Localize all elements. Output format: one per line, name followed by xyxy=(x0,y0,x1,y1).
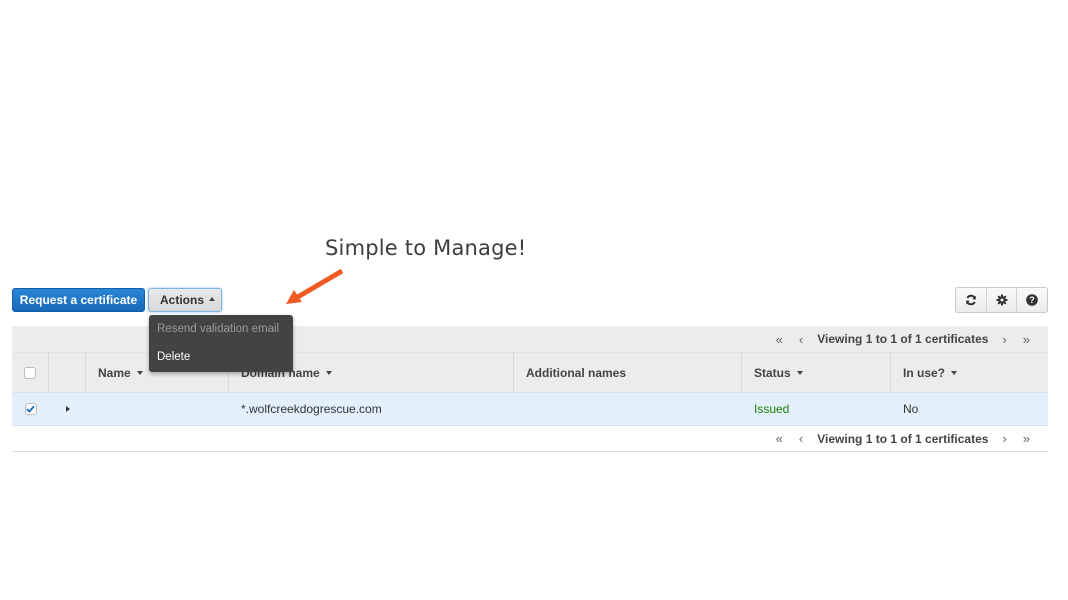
svg-text:?: ? xyxy=(1029,295,1035,305)
refresh-button[interactable] xyxy=(956,288,987,312)
cell-in-use: No xyxy=(903,402,919,416)
sort-caret-icon xyxy=(136,370,143,375)
column-additional-label: Additional names xyxy=(526,365,627,380)
cell-domain: *.wolfcreekdogrescue.com xyxy=(241,402,382,416)
sort-caret-icon xyxy=(325,370,332,375)
cell-additional-names xyxy=(514,393,742,425)
column-name-label: Name xyxy=(98,365,131,380)
row-checkbox[interactable] xyxy=(24,403,37,415)
pager-bottom: « ‹ Viewing 1 to 1 of 1 certificates › » xyxy=(12,426,1048,452)
expand-row-icon[interactable] xyxy=(65,406,70,412)
header-select-all xyxy=(12,353,49,392)
next-page-button[interactable]: › xyxy=(1002,332,1006,347)
settings-button[interactable] xyxy=(987,288,1018,312)
pager-status-text: Viewing 1 to 1 of 1 certificates xyxy=(817,332,989,346)
menu-item-delete[interactable]: Delete xyxy=(149,349,293,371)
gear-icon xyxy=(996,294,1007,306)
last-page-button[interactable]: » xyxy=(1023,431,1030,446)
annotation-arrow-icon xyxy=(286,268,344,304)
column-header-additional-names: Additional names xyxy=(514,353,742,392)
sort-caret-icon xyxy=(951,370,958,375)
first-page-button[interactable]: « xyxy=(776,332,783,347)
menu-item-resend-validation-email: Resend validation email xyxy=(157,323,280,335)
toolbar-icon-group: ? xyxy=(955,287,1048,313)
annotation-title: Simple to Manage! xyxy=(325,236,527,260)
last-page-button[interactable]: » xyxy=(1023,332,1030,347)
checkmark-icon xyxy=(26,405,35,413)
first-page-button[interactable]: « xyxy=(776,431,783,446)
help-icon: ? xyxy=(1026,294,1038,306)
pager-status-text: Viewing 1 to 1 of 1 certificates xyxy=(817,431,989,446)
actions-dropdown-button[interactable]: Actions xyxy=(148,288,222,312)
header-expand xyxy=(49,353,86,392)
prev-page-button[interactable]: ‹ xyxy=(799,431,803,446)
sort-caret-icon xyxy=(796,370,803,375)
column-status-label: Status xyxy=(754,365,791,380)
prev-page-button[interactable]: ‹ xyxy=(799,332,803,347)
row-select xyxy=(12,393,49,425)
row-expand xyxy=(49,393,86,425)
table-row[interactable]: *.wolfcreekdogrescue.com Issued No xyxy=(12,392,1048,426)
help-button[interactable]: ? xyxy=(1017,288,1047,312)
cell-name xyxy=(86,393,229,425)
cell-status: Issued xyxy=(754,402,790,416)
caret-up-icon xyxy=(209,297,216,301)
select-all-checkbox[interactable] xyxy=(24,366,36,379)
actions-label: Actions xyxy=(160,293,205,307)
column-header-in-use[interactable]: In use? xyxy=(891,353,1048,392)
request-certificate-button[interactable]: Request a certificate xyxy=(12,288,145,312)
column-in-use-label: In use? xyxy=(903,365,946,380)
refresh-icon xyxy=(965,294,976,306)
next-page-button[interactable]: › xyxy=(1002,431,1006,446)
actions-menu: Resend validation email Delete xyxy=(149,315,293,372)
column-header-status[interactable]: Status xyxy=(742,353,891,392)
